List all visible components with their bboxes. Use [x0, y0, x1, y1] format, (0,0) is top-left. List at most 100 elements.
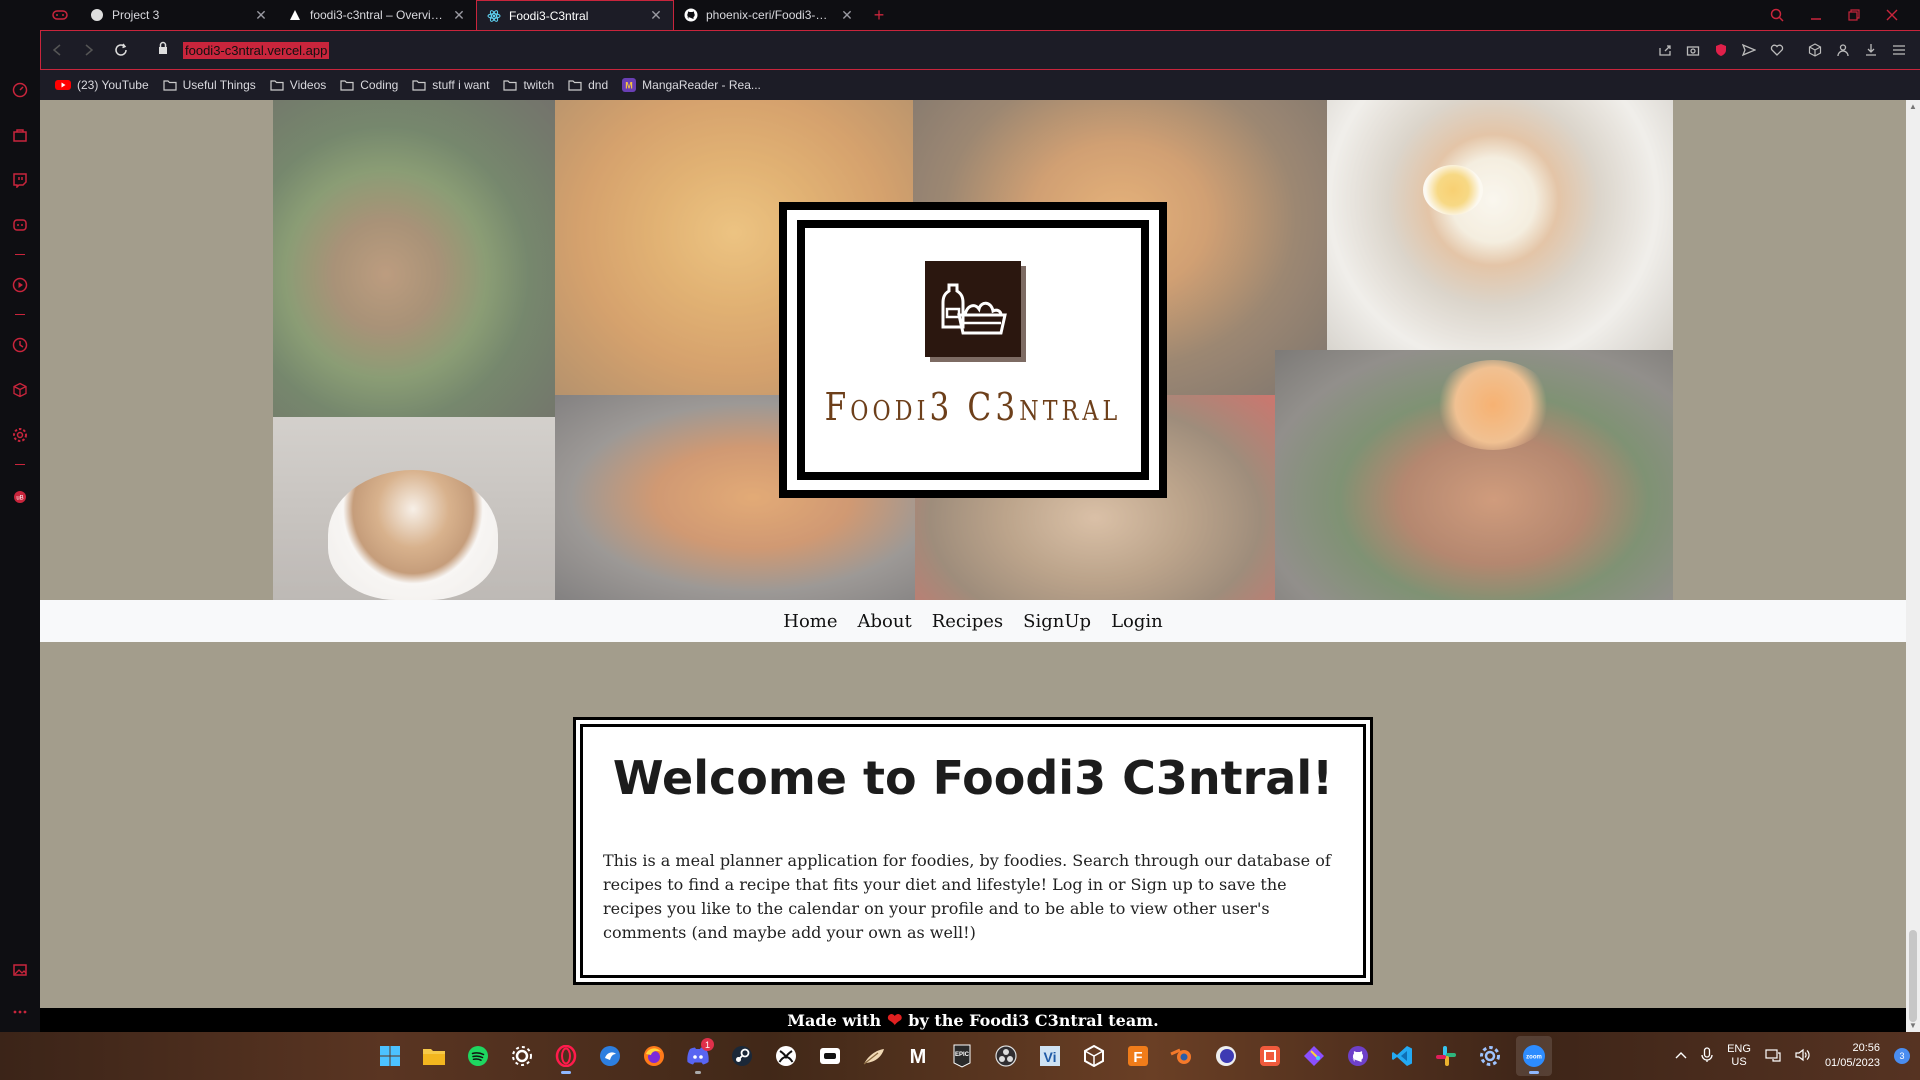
close-tab-icon[interactable]: ✕ — [254, 7, 268, 24]
scroll-up-icon[interactable]: ▲ — [1909, 102, 1917, 111]
extensions-cube-icon[interactable] — [10, 380, 30, 400]
minimize-icon[interactable] — [1810, 9, 1822, 21]
bookmark-mangareader[interactable]: M MangaReader - Rea... — [622, 78, 761, 92]
send-icon[interactable] — [1742, 43, 1756, 57]
store-icon[interactable] — [10, 125, 30, 145]
obs-icon[interactable] — [988, 1036, 1024, 1076]
ublock-icon[interactable]: uB — [10, 487, 30, 507]
slack-icon[interactable] — [1428, 1036, 1464, 1076]
close-window-icon[interactable] — [1886, 9, 1898, 21]
zoom-icon[interactable]: zoom — [1516, 1036, 1552, 1076]
steam-icon[interactable] — [724, 1036, 760, 1076]
speedometer-icon[interactable] — [10, 80, 30, 100]
tab-project-3[interactable]: Project 3 ✕ — [80, 0, 278, 30]
network-icon[interactable] — [1765, 1048, 1781, 1065]
back-icon[interactable] — [41, 35, 73, 65]
epic-games-icon[interactable]: EPIC — [944, 1036, 980, 1076]
heart-icon[interactable] — [1770, 43, 1784, 57]
bookmark-videos[interactable]: Videos — [270, 78, 326, 92]
tab-github-repo[interactable]: phoenix-ceri/Foodi3-C3ntral ✕ — [674, 0, 864, 30]
chevron-up-icon[interactable] — [1675, 1050, 1687, 1062]
github-desktop-icon[interactable] — [1340, 1036, 1376, 1076]
vi-app-icon[interactable]: Vi — [1032, 1036, 1068, 1076]
settings-icon[interactable] — [1472, 1036, 1508, 1076]
bookmark-label: Coding — [360, 78, 399, 92]
app-icon[interactable] — [812, 1036, 848, 1076]
bookmark-useful-things[interactable]: Useful Things — [163, 78, 256, 92]
settings-gear-icon[interactable] — [10, 425, 30, 445]
twitch-icon[interactable] — [10, 170, 30, 190]
unity-icon[interactable] — [1076, 1036, 1112, 1076]
url-text[interactable]: foodi3-c3ntral.vercel.app — [183, 41, 330, 59]
scrollbar-thumb[interactable] — [1909, 930, 1917, 1022]
camera-icon[interactable] — [1686, 43, 1700, 57]
player-icon[interactable] — [10, 275, 30, 295]
bitwarden-icon[interactable] — [592, 1036, 628, 1076]
share-icon[interactable] — [1658, 43, 1672, 57]
firefox-icon[interactable] — [636, 1036, 672, 1076]
language-indicator[interactable]: ENG US — [1727, 1043, 1751, 1069]
new-tab-button[interactable]: + — [864, 0, 894, 30]
bookmark-label: (23) YouTube — [77, 78, 149, 92]
discord-icon[interactable]: 1 — [680, 1036, 716, 1076]
nav-recipes[interactable]: Recipes — [932, 611, 1003, 632]
vscode-icon[interactable] — [1384, 1036, 1420, 1076]
scroll-down-icon[interactable]: ▼ — [1909, 1021, 1917, 1030]
gamepad-icon[interactable] — [40, 0, 80, 30]
bookmark-coding[interactable]: Coding — [340, 78, 398, 92]
nav-signup[interactable]: SignUp — [1023, 611, 1091, 632]
bookmark-youtube[interactable]: (23) YouTube — [55, 78, 149, 92]
notification-count[interactable]: 3 — [1894, 1048, 1910, 1064]
close-tab-icon[interactable]: ✕ — [452, 7, 466, 24]
file-explorer-icon[interactable] — [416, 1036, 452, 1076]
reload-icon[interactable] — [105, 35, 137, 65]
search-icon[interactable] — [1770, 8, 1784, 22]
blender-icon[interactable] — [1164, 1036, 1200, 1076]
close-tab-icon[interactable]: ✕ — [649, 7, 663, 24]
profile-icon[interactable] — [1836, 43, 1850, 57]
bookmark-twitch[interactable]: twitch — [503, 78, 554, 92]
steelseries-icon[interactable] — [504, 1036, 540, 1076]
bookmark-stuff-i-want[interactable]: stuff i want — [412, 78, 489, 92]
restore-icon[interactable] — [1848, 9, 1860, 21]
discord-sidebar-icon[interactable] — [10, 215, 30, 235]
language-code: ENG — [1727, 1043, 1751, 1055]
microphone-icon[interactable] — [1701, 1046, 1713, 1066]
feather-icon[interactable] — [856, 1036, 892, 1076]
more-options-icon[interactable] — [10, 1002, 30, 1022]
image-icon[interactable] — [10, 960, 30, 980]
opera-gx-icon[interactable] — [548, 1036, 584, 1076]
address-bar: foodi3-c3ntral.vercel.app — [40, 30, 1920, 70]
f-app-icon[interactable]: F — [1120, 1036, 1156, 1076]
cube-icon[interactable] — [1808, 43, 1822, 57]
page-scrollbar[interactable]: ▲ ▼ — [1906, 100, 1920, 1032]
bookmarks-bar: (23) YouTube Useful Things Videos Coding… — [40, 70, 1920, 100]
nav-about[interactable]: About — [858, 611, 912, 632]
git-icon[interactable] — [1296, 1036, 1332, 1076]
nav-home[interactable]: Home — [783, 611, 837, 632]
svg-text:F: F — [1133, 1049, 1142, 1066]
volume-icon[interactable] — [1795, 1048, 1811, 1065]
tab-foodi3-c3ntral[interactable]: Foodi3-C3ntral ✕ — [476, 0, 674, 30]
menu-icon[interactable] — [1892, 44, 1906, 56]
sidebar-separator — [15, 254, 25, 255]
close-tab-icon[interactable]: ✕ — [840, 7, 854, 24]
app-icon[interactable] — [1252, 1036, 1288, 1076]
bookmark-label: twitch — [523, 78, 555, 92]
svg-text:M: M — [910, 1046, 927, 1067]
tab-vercel-overview[interactable]: foodi3-c3ntral – Overview ✕ — [278, 0, 476, 30]
logo-title: Foodi3 C3ntral — [824, 385, 1122, 429]
spotify-icon[interactable] — [460, 1036, 496, 1076]
godot-icon[interactable] — [1208, 1036, 1244, 1076]
vpn-shield-icon[interactable] — [1714, 43, 1728, 57]
url-field[interactable]: foodi3-c3ntral.vercel.app — [157, 37, 1658, 63]
windows-start-icon[interactable] — [372, 1036, 408, 1076]
xbox-icon[interactable] — [768, 1036, 804, 1076]
bookmark-dnd[interactable]: dnd — [568, 78, 608, 92]
download-icon[interactable] — [1864, 43, 1878, 57]
clock[interactable]: 20:56 01/05/2023 — [1825, 1041, 1880, 1071]
nav-login[interactable]: Login — [1111, 611, 1163, 632]
history-icon[interactable] — [10, 335, 30, 355]
m-app-icon[interactable]: M — [900, 1036, 936, 1076]
forward-icon[interactable] — [73, 35, 105, 65]
